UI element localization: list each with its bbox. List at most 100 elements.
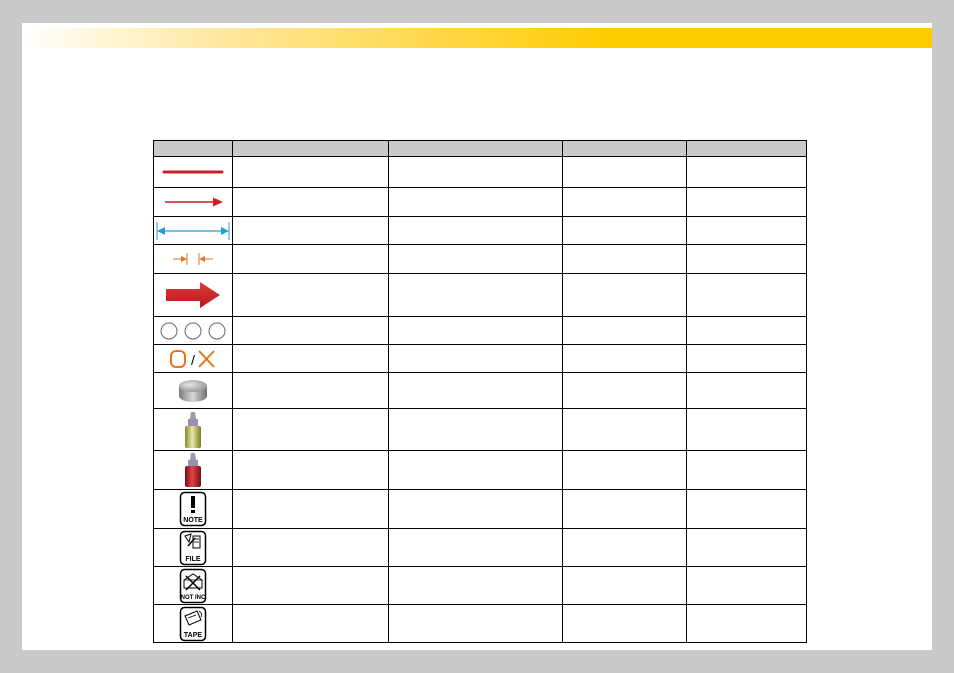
not-inc-icon: NOT INC — [179, 568, 207, 603]
table-cell — [686, 344, 807, 373]
table-cell — [388, 187, 563, 217]
table-cell — [232, 244, 389, 274]
three-circles-icon — [160, 322, 226, 339]
table-cell — [232, 273, 389, 317]
tape-icon: TAPE — [179, 606, 207, 641]
icon-cell — [153, 316, 233, 345]
table-cell — [388, 244, 563, 274]
table-cell — [232, 216, 389, 245]
table-cell — [686, 489, 807, 529]
thick-red-arrow-icon — [166, 282, 220, 308]
not-inc-label: NOT INC — [181, 595, 206, 601]
table-cell — [686, 408, 807, 451]
table-header-cell — [388, 140, 563, 157]
table-cell — [686, 372, 807, 409]
table-row: / — [153, 344, 807, 373]
table-cell — [686, 273, 807, 317]
table-cell — [388, 216, 563, 245]
table-cell — [686, 156, 807, 188]
file-label: FILE — [185, 556, 200, 563]
table-cell — [686, 187, 807, 217]
icon-cell: NOT INC — [153, 566, 233, 605]
icon-cell — [153, 372, 233, 409]
table-cell — [232, 187, 389, 217]
table-cell — [388, 528, 563, 567]
table-row — [153, 450, 807, 490]
symbol-legend-table: / NOTE FILE NOT INC TAPE — [153, 140, 807, 643]
table-cell — [562, 408, 687, 451]
table-cell — [686, 216, 807, 245]
icon-cell — [153, 450, 233, 490]
red-line-icon — [162, 170, 224, 174]
yellow-bottle-icon — [185, 411, 201, 448]
table-header-cell — [686, 140, 807, 157]
table-row — [153, 156, 807, 188]
table-cell — [388, 604, 563, 643]
table-cell — [562, 604, 687, 643]
table-cell — [562, 450, 687, 490]
table-cell — [232, 450, 389, 490]
file-icon: FILE — [179, 530, 207, 565]
table-cell — [686, 244, 807, 274]
table-row: FILE — [153, 528, 807, 567]
icon-cell — [153, 216, 233, 245]
table-row: TAPE — [153, 604, 807, 643]
table-row — [153, 216, 807, 245]
table-row — [153, 244, 807, 274]
table-cell — [562, 244, 687, 274]
table-cell — [686, 316, 807, 345]
table-header-cell — [562, 140, 687, 157]
table-cell — [562, 156, 687, 188]
table-header-row — [153, 140, 807, 157]
table-row — [153, 372, 807, 409]
table-row — [153, 408, 807, 451]
icon-cell — [153, 408, 233, 451]
table-cell — [388, 489, 563, 529]
red-arrow-icon — [165, 197, 223, 207]
metal-puck-icon — [179, 379, 207, 402]
table-cell — [562, 344, 687, 373]
table-cell — [388, 156, 563, 188]
gap-arrows-icon — [173, 253, 213, 265]
table-cell — [232, 566, 389, 605]
table-cell — [232, 528, 389, 567]
icon-cell — [153, 244, 233, 274]
ok-ng-icon: / — [170, 349, 215, 368]
table-header-cell — [232, 140, 389, 157]
table-cell — [388, 316, 563, 345]
table-cell — [562, 566, 687, 605]
note-icon: NOTE — [179, 491, 207, 527]
icon-cell — [153, 156, 233, 188]
red-bottle-icon — [185, 453, 201, 487]
separator-label: / — [191, 352, 195, 368]
table-cell — [232, 344, 389, 373]
table-cell — [232, 156, 389, 188]
table-cell — [232, 604, 389, 643]
table-cell — [686, 450, 807, 490]
table-cell — [388, 273, 563, 317]
table-cell — [388, 566, 563, 605]
table-cell — [232, 316, 389, 345]
table-cell — [562, 528, 687, 567]
icon-cell: TAPE — [153, 604, 233, 643]
table-cell — [562, 489, 687, 529]
table-cell — [388, 408, 563, 451]
table-cell — [562, 273, 687, 317]
table-cell — [562, 372, 687, 409]
table-cell — [388, 344, 563, 373]
icon-cell: FILE — [153, 528, 233, 567]
dimension-arrow-icon — [156, 221, 230, 240]
table-row — [153, 187, 807, 217]
table-cell — [686, 604, 807, 643]
table-cell — [686, 528, 807, 567]
icon-cell — [153, 273, 233, 317]
table-cell — [232, 489, 389, 529]
table-cell — [388, 450, 563, 490]
table-row: NOTE — [153, 489, 807, 529]
table-row — [153, 316, 807, 345]
icon-cell: NOTE — [153, 489, 233, 529]
table-cell — [562, 316, 687, 345]
table-cell — [232, 408, 389, 451]
table-row: NOT INC — [153, 566, 807, 605]
header-bar — [22, 28, 932, 48]
